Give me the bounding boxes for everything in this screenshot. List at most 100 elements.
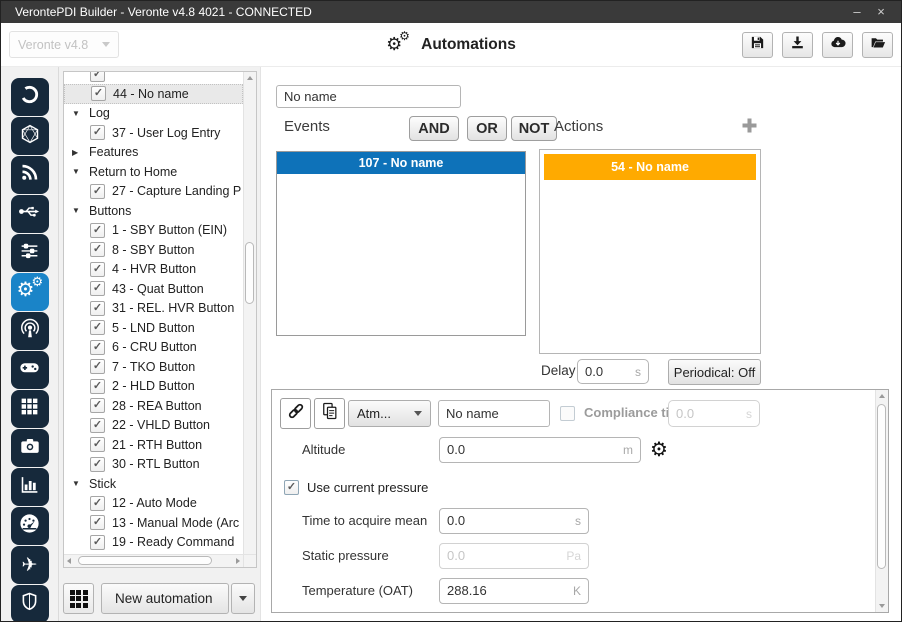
sidebar-item-podcast[interactable] xyxy=(10,312,49,350)
checkbox[interactable]: ✓ xyxy=(90,222,105,238)
tree-item-7-tko-button[interactable]: ✓ 7 - TKO Button xyxy=(64,357,243,377)
sidebar-item-plane[interactable]: ✈ xyxy=(10,546,49,584)
sidebar-item-gamepad[interactable] xyxy=(10,351,49,389)
new-automation-dropdown-button[interactable] xyxy=(231,583,255,614)
checkbox[interactable]: ✓ xyxy=(90,495,105,511)
tree-item-31-rel-hvr-button[interactable]: ✓ 31 - REL. HVR Button xyxy=(64,299,243,319)
scroll-down-arrow-icon[interactable] xyxy=(876,600,888,612)
tree-item-8-sby-button[interactable]: ✓ 8 - SBY Button xyxy=(64,240,243,260)
tree-item-27-capture-landing-p[interactable]: ✓ 27 - Capture Landing P xyxy=(64,182,243,202)
sidebar-item-power-ring[interactable] xyxy=(10,78,49,116)
temperature-oat--input[interactable]: 288.16 K xyxy=(439,577,589,604)
minimize-button[interactable]: – xyxy=(845,2,869,22)
scroll-left-arrow-icon[interactable] xyxy=(67,558,71,564)
altitude-input[interactable]: 0.0 m xyxy=(439,436,641,463)
expand-arrow-icon[interactable]: ▶ xyxy=(72,148,85,157)
checkbox[interactable]: ✓ xyxy=(90,456,105,472)
cloud-download-button[interactable] xyxy=(822,31,853,58)
copy-button[interactable] xyxy=(314,398,345,429)
tree-item-1-sby-button-ein-[interactable]: ✓ 1 - SBY Button (EIN) xyxy=(64,221,243,241)
periodical-button[interactable]: Periodical: Off xyxy=(668,359,761,385)
add-action-button[interactable] xyxy=(739,115,760,141)
checkbox[interactable]: ✓ xyxy=(90,281,105,297)
tree-row-partial[interactable]: ✓ xyxy=(64,72,243,84)
and-button[interactable]: AND xyxy=(409,116,459,141)
delay-input[interactable]: 0.0 s xyxy=(577,359,649,384)
tree-group-features[interactable]: ▶ Features xyxy=(64,143,243,163)
tree-item-43-quat-button[interactable]: ✓ 43 - Quat Button xyxy=(64,279,243,299)
automation-grid-button[interactable] xyxy=(63,583,94,614)
checkbox[interactable]: ✓ xyxy=(91,86,106,102)
or-button[interactable]: OR xyxy=(467,116,507,141)
checkbox[interactable]: ✓ xyxy=(90,437,105,453)
sidebar-item-usb[interactable] xyxy=(10,195,49,233)
automation-name-input[interactable]: No name xyxy=(276,85,461,108)
checkbox[interactable]: ✓ xyxy=(90,125,105,141)
collapse-arrow-icon[interactable]: ▼ xyxy=(72,206,85,215)
tree-horizontal-scrollbar[interactable] xyxy=(64,554,243,567)
sidebar-item-shield[interactable] xyxy=(10,585,49,621)
event-item[interactable]: 107 - No name xyxy=(277,152,525,174)
scroll-up-arrow-icon[interactable] xyxy=(244,72,256,84)
tree-item-13-manual-mode-arc[interactable]: ✓ 13 - Manual Mode (Arc xyxy=(64,513,243,533)
collapse-arrow-icon[interactable]: ▼ xyxy=(72,167,85,176)
tree-item-12-auto-mode[interactable]: ✓ 12 - Auto Mode xyxy=(64,494,243,514)
link-button[interactable] xyxy=(280,398,311,429)
checkbox[interactable]: ✓ xyxy=(90,339,105,355)
tree-group-buttons[interactable]: ▼ Buttons xyxy=(64,201,243,221)
tree-item-44-no-name[interactable]: ✓ 44 - No name xyxy=(64,84,243,104)
compliance-time-checkbox[interactable] xyxy=(560,406,575,421)
checkbox[interactable]: ✓ xyxy=(90,359,105,375)
sidebar-item-gauge[interactable] xyxy=(10,507,49,545)
panel-vertical-scrollbar[interactable] xyxy=(875,390,888,612)
scroll-up-arrow-icon[interactable] xyxy=(876,390,888,402)
sidebar-item-sliders[interactable] xyxy=(10,234,49,272)
tree-vscroll-thumb[interactable] xyxy=(245,242,254,304)
checkbox[interactable]: ✓ xyxy=(90,183,105,199)
checkbox[interactable]: ✓ xyxy=(90,534,105,550)
gear-icon[interactable]: ⚙ xyxy=(650,440,668,460)
sidebar-item-hex-mesh[interactable] xyxy=(10,117,49,155)
action-type-select[interactable]: Atm... xyxy=(348,400,431,427)
checkbox[interactable]: ✓ xyxy=(90,242,105,258)
collapse-arrow-icon[interactable]: ▼ xyxy=(72,479,85,488)
tree-vertical-scrollbar[interactable] xyxy=(243,72,256,554)
tree-group-log[interactable]: ▼ Log xyxy=(64,104,243,124)
scroll-right-arrow-icon[interactable] xyxy=(236,558,240,564)
new-automation-button[interactable]: New automation xyxy=(101,583,229,614)
tree-item-19-ready-command[interactable]: ✓ 19 - Ready Command xyxy=(64,533,243,553)
use-current-pressure-checkbox[interactable]: ✓ xyxy=(284,480,299,495)
checkbox[interactable]: ✓ xyxy=(90,417,105,433)
panel-vscroll-thumb[interactable] xyxy=(877,404,886,569)
device-select[interactable]: Veronte v4.8 xyxy=(9,31,119,58)
tree-item-4-hvr-button[interactable]: ✓ 4 - HVR Button xyxy=(64,260,243,280)
close-button[interactable]: × xyxy=(869,2,893,22)
tree-item-30-rtl-button[interactable]: ✓ 30 - RTL Button xyxy=(64,455,243,475)
save-button[interactable] xyxy=(742,31,773,58)
tree-item-22-vhld-button[interactable]: ✓ 22 - VHLD Button xyxy=(64,416,243,436)
sidebar-item-rss[interactable] xyxy=(10,156,49,194)
tree-group-return-to-home[interactable]: ▼ Return to Home xyxy=(64,162,243,182)
sidebar-item-grid[interactable] xyxy=(10,390,49,428)
checkbox[interactable]: ✓ xyxy=(90,398,105,414)
time-to-acquire-mean-input[interactable]: 0.0 s xyxy=(439,507,589,534)
sidebar-item-bar-chart[interactable] xyxy=(10,468,49,506)
collapse-arrow-icon[interactable]: ▼ xyxy=(72,109,85,118)
tree-item-6-cru-button[interactable]: ✓ 6 - CRU Button xyxy=(64,338,243,358)
checkbox[interactable]: ✓ xyxy=(90,300,105,316)
action-name-input[interactable]: No name xyxy=(438,400,550,427)
tree-item-28-rea-button[interactable]: ✓ 28 - REA Button xyxy=(64,396,243,416)
action-item[interactable]: 54 - No name xyxy=(544,154,756,180)
tree-item-2-hld-button[interactable]: ✓ 2 - HLD Button xyxy=(64,377,243,397)
checkbox[interactable]: ✓ xyxy=(90,261,105,277)
sidebar-item-gears[interactable]: ⚙ ⚙ xyxy=(10,273,49,311)
tree-group-stick[interactable]: ▼ Stick xyxy=(64,474,243,494)
open-file-button[interactable] xyxy=(862,31,893,58)
tree-item-5-lnd-button[interactable]: ✓ 5 - LND Button xyxy=(64,318,243,338)
checkbox[interactable]: ✓ xyxy=(90,72,105,82)
not-button[interactable]: NOT xyxy=(511,116,557,141)
tree-item-37-user-log-entry[interactable]: ✓ 37 - User Log Entry xyxy=(64,123,243,143)
checkbox[interactable]: ✓ xyxy=(90,378,105,394)
sidebar-item-camera[interactable] xyxy=(10,429,49,467)
checkbox[interactable]: ✓ xyxy=(90,320,105,336)
